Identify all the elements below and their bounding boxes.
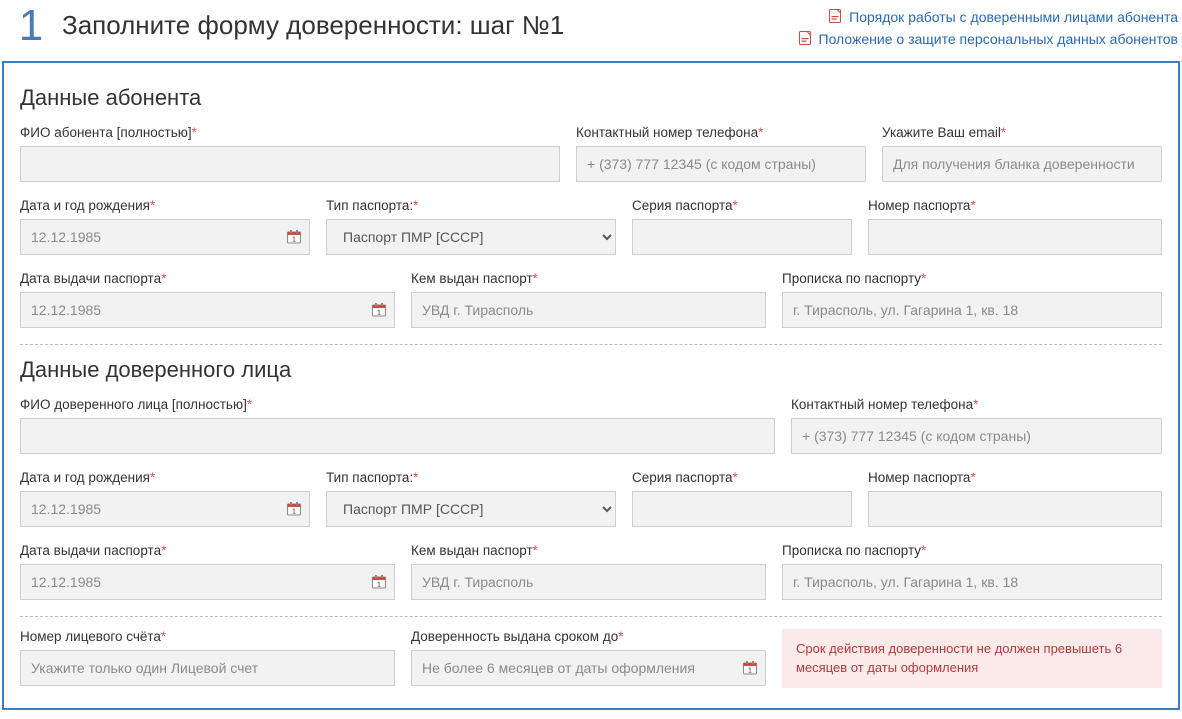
input-passport-issued-by-trustee[interactable] [411, 564, 766, 600]
input-passport-number-trustee[interactable] [868, 491, 1162, 527]
alert-validity: Срок действия доверенности не должен пре… [782, 629, 1162, 688]
input-passport-registration-subscriber[interactable] [782, 292, 1162, 328]
pdf-icon [829, 9, 841, 23]
label-passport-number-trustee: Номер паспорта* [868, 470, 1162, 485]
input-account[interactable] [20, 650, 395, 686]
page-title: Заполните форму доверенности: шаг №1 [62, 0, 799, 41]
input-passport-number-subscriber[interactable] [868, 219, 1162, 255]
input-phone-subscriber[interactable] [576, 146, 866, 182]
label-passport-issued-by: Кем выдан паспорт* [411, 271, 766, 286]
divider [20, 344, 1162, 345]
label-passport-series: Серия паспорта* [632, 198, 852, 213]
label-dob: Дата и год рождения* [20, 198, 310, 213]
input-dob-subscriber[interactable] [20, 219, 310, 255]
input-email[interactable] [882, 146, 1162, 182]
input-fio-subscriber[interactable] [20, 146, 560, 182]
input-passport-issued-by-subscriber[interactable] [411, 292, 766, 328]
divider [20, 616, 1162, 617]
label-passport-issue-date-trustee: Дата выдачи паспорта* [20, 543, 395, 558]
step-number: 1 [0, 0, 62, 48]
input-passport-issue-date-subscriber[interactable] [20, 292, 395, 328]
section-subscriber-title: Данные абонента [20, 85, 1162, 111]
label-passport-registration: Прописка по паспорту* [782, 271, 1162, 286]
input-valid-until[interactable] [411, 650, 766, 686]
input-fio-trustee[interactable] [20, 418, 775, 454]
link-privacy[interactable]: Положение о защите персональных данных а… [819, 31, 1178, 47]
label-passport-number: Номер паспорта* [868, 198, 1162, 213]
select-passport-type-trustee[interactable]: Паспорт ПМР [СССР] [326, 491, 616, 527]
label-passport-issued-by-trustee: Кем выдан паспорт* [411, 543, 766, 558]
link-procedure[interactable]: Порядок работы с доверенными лицами абон… [849, 9, 1178, 25]
label-phone-trustee: Контактный номер телефона* [791, 397, 1162, 412]
label-valid-until: Доверенность выдана сроком до* [411, 629, 766, 644]
label-passport-series-trustee: Серия паспорта* [632, 470, 852, 485]
label-passport-registration-trustee: Прописка по паспорту* [782, 543, 1162, 558]
label-fio-trustee: ФИО доверенного лица [полностью]* [20, 397, 775, 412]
input-dob-trustee[interactable] [20, 491, 310, 527]
label-dob-trustee: Дата и год рождения* [20, 470, 310, 485]
input-passport-registration-trustee[interactable] [782, 564, 1162, 600]
form-frame: Данные абонента ФИО абонента [полностью]… [2, 61, 1180, 710]
header-links: Порядок работы с доверенными лицами абон… [799, 0, 1182, 51]
input-passport-series-subscriber[interactable] [632, 219, 852, 255]
label-phone: Контактный номер телефона* [576, 125, 866, 140]
input-passport-series-trustee[interactable] [632, 491, 852, 527]
label-account: Номер лицевого счёта* [20, 629, 395, 644]
input-passport-issue-date-trustee[interactable] [20, 564, 395, 600]
label-fio-subscriber: ФИО абонента [полностью]* [20, 125, 560, 140]
label-passport-type-trustee: Тип паспорта:* [326, 470, 616, 485]
label-email: Укажите Ваш email* [882, 125, 1162, 140]
label-passport-issue-date: Дата выдачи паспорта* [20, 271, 395, 286]
section-trustee-title: Данные доверенного лица [20, 357, 1162, 383]
select-passport-type-subscriber[interactable]: Паспорт ПМР [СССР] [326, 219, 616, 255]
page-header: 1 Заполните форму доверенности: шаг №1 П… [0, 0, 1182, 59]
pdf-icon [799, 31, 811, 45]
input-phone-trustee[interactable] [791, 418, 1162, 454]
label-passport-type: Тип паспорта:* [326, 198, 616, 213]
